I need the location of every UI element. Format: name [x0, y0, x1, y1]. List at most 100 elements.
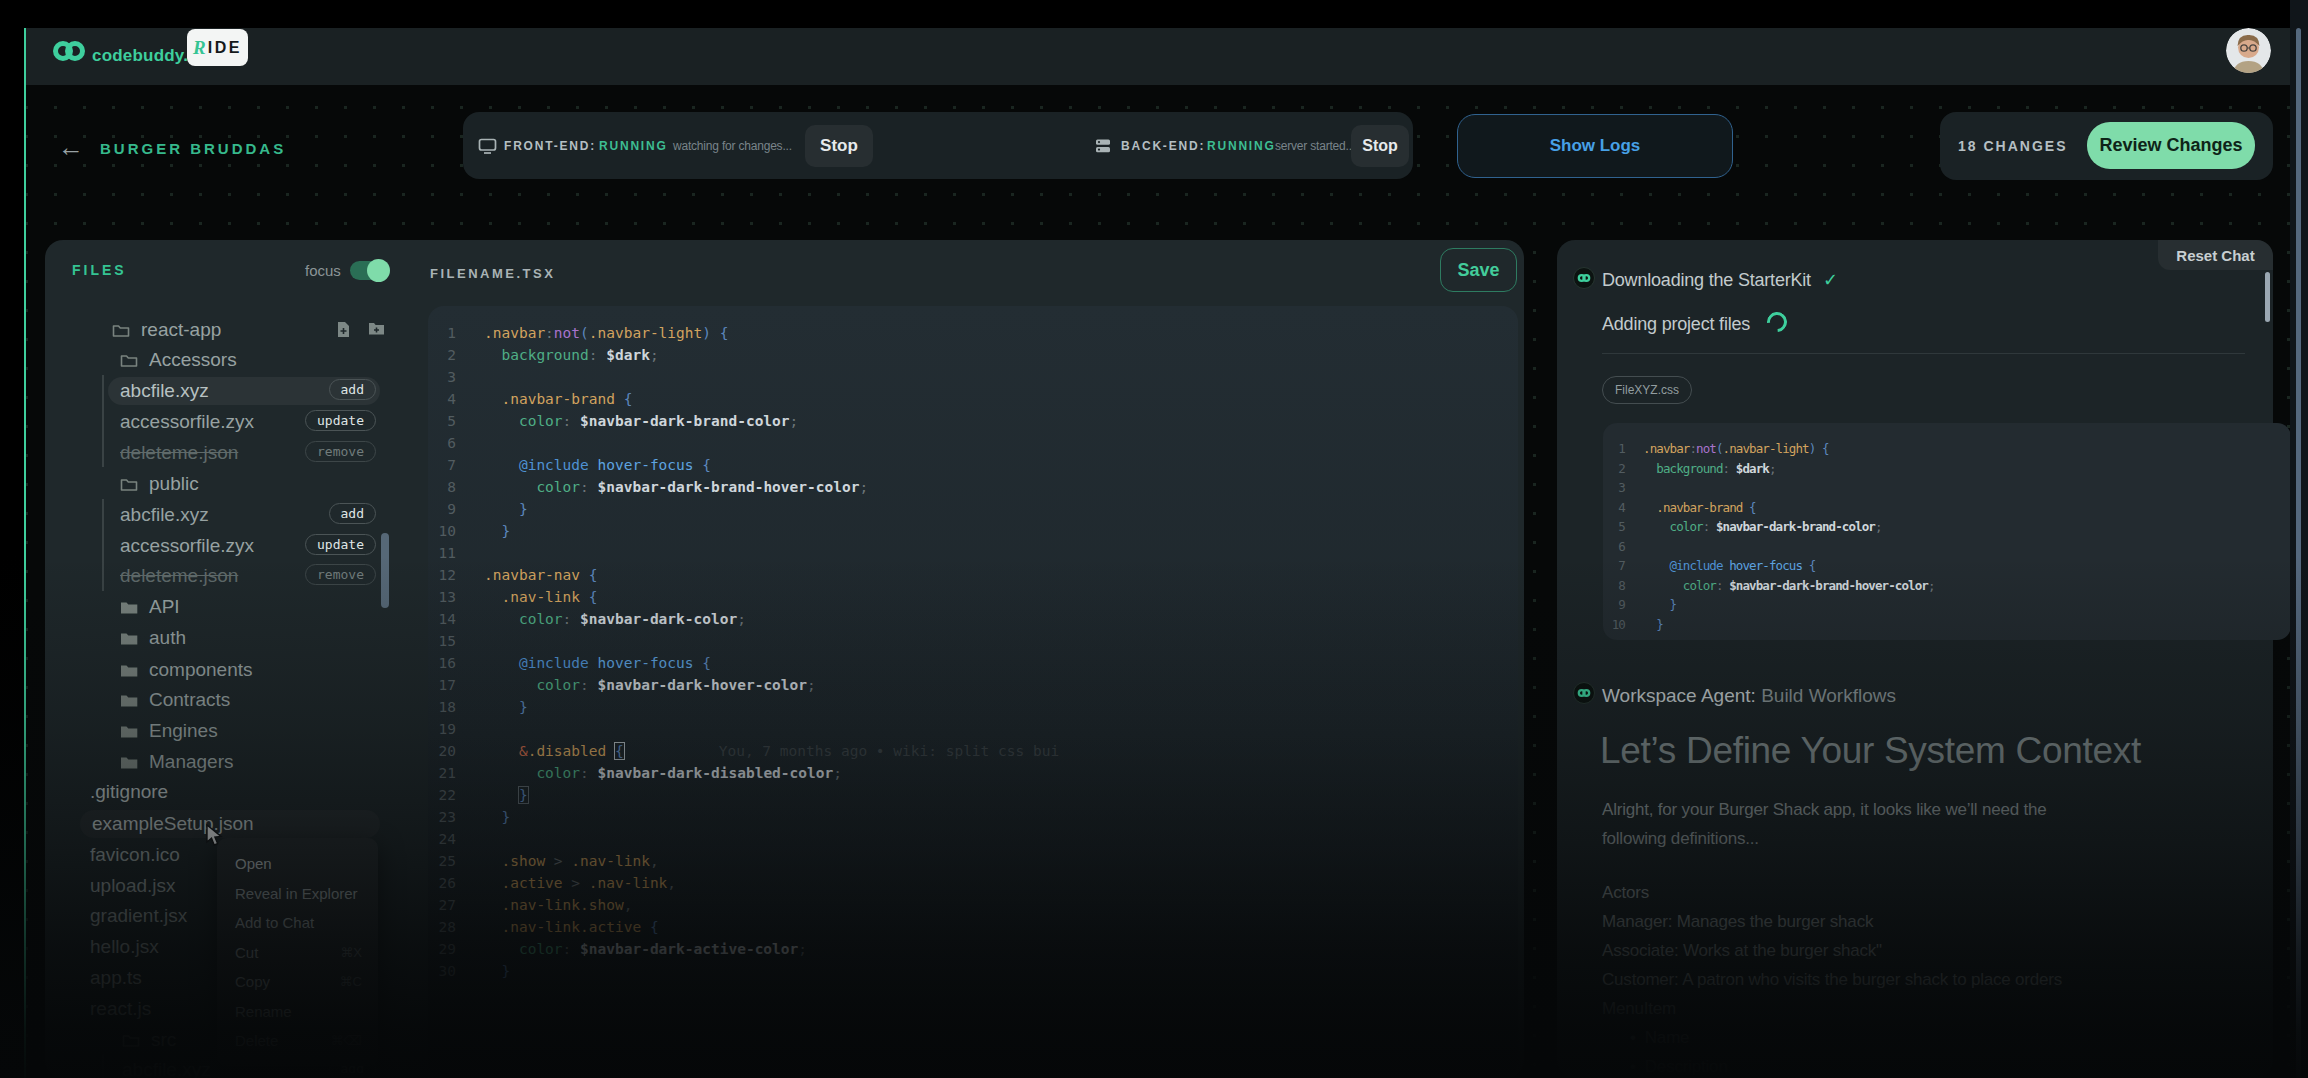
- chat-list-item: Associate: Works at the burger shack": [1602, 941, 1882, 961]
- file-tree-scrollbar-thumb[interactable]: [381, 533, 389, 608]
- line-number: 5: [1603, 517, 1625, 537]
- code-line: @include hover-focus {: [484, 454, 711, 476]
- tree-item-upload-jsx[interactable]: upload.jsx: [90, 872, 176, 900]
- code-line: color: $navbar-dark-hover-color;: [484, 674, 816, 696]
- new-file-icon[interactable]: [336, 321, 351, 342]
- tree-item-deleteme-json[interactable]: deleteme.json: [120, 562, 238, 590]
- tree-item-hello-jsx[interactable]: hello.jsx: [90, 933, 159, 961]
- chat-panel: Reset Chat Downloading the StarterKit✓ A…: [1557, 240, 2273, 1078]
- new-folder-icon[interactable]: [368, 321, 385, 342]
- menu-item-add-to-chat[interactable]: Add to Chat: [217, 908, 378, 938]
- tree-item-gradient-jsx[interactable]: gradient.jsx: [90, 902, 187, 930]
- top-bar: [26, 28, 2290, 85]
- chat-status-adding: Adding project files: [1602, 314, 1750, 335]
- tree-item-label: Accessors: [149, 349, 237, 371]
- tree-indent-guide: [102, 1054, 104, 1078]
- line-number: 2: [428, 344, 456, 366]
- tree-item-accessors[interactable]: Accessors: [120, 346, 237, 374]
- file-chip[interactable]: FileXYZ.css: [1602, 376, 1692, 404]
- code-line: .navbar-brand {: [484, 388, 632, 410]
- line-number: 16: [428, 652, 456, 674]
- tree-item-label: abcfile.xyz: [120, 380, 209, 402]
- tree-actions[interactable]: [336, 321, 385, 342]
- change-badge-remove: remove: [305, 564, 376, 585]
- code-line: &.disabled {You, 7 months ago • wiki: sp…: [484, 740, 1059, 762]
- chat-scrollbar-thumb[interactable]: [2265, 272, 2270, 322]
- tree-item-api[interactable]: API: [120, 593, 180, 621]
- code-editor[interactable]: 1.navbar:not(.navbar-light) {2 backgroun…: [428, 306, 1518, 1078]
- folder-open-icon: [112, 323, 131, 338]
- line-number: 21: [428, 762, 456, 784]
- code-line: @include hover-focus {: [1643, 556, 1815, 576]
- tree-item-abcfile-xyz[interactable]: abcfile.xyz: [120, 377, 209, 405]
- tree-item-abcfile-xyz[interactable]: abcfile.xyz: [122, 1056, 211, 1078]
- back-arrow-icon[interactable]: ←: [58, 132, 88, 162]
- chat-list-item: • Name: [1602, 1028, 1689, 1048]
- code-line: .nav-link {: [484, 586, 598, 608]
- tree-item-contracts[interactable]: Contracts: [120, 686, 230, 714]
- menu-item-open[interactable]: Open: [217, 849, 378, 879]
- menu-item-rename[interactable]: Rename: [217, 997, 378, 1027]
- tree-item-managers[interactable]: Managers: [120, 748, 234, 776]
- menu-item-reveal-in-explorer[interactable]: Reveal in Explorer: [217, 879, 378, 909]
- folder-fill-icon: [120, 663, 139, 678]
- menu-item-label: Reveal in Explorer: [235, 885, 358, 902]
- show-logs-button[interactable]: Show Logs: [1457, 114, 1733, 178]
- line-number: 4: [1603, 498, 1625, 518]
- tree-item-abcfile-xyz[interactable]: abcfile.xyz: [120, 501, 209, 529]
- tree-item-label: components: [149, 659, 253, 681]
- line-number: 28: [428, 916, 456, 938]
- chat-paragraph: Alright, for your Burger Shack app, it l…: [1602, 796, 2110, 853]
- line-number: 9: [428, 498, 456, 520]
- frontend-stop-button[interactable]: Stop: [805, 125, 873, 167]
- menu-item-label: Cut: [235, 944, 258, 961]
- code-line: }: [484, 784, 528, 806]
- tree-item-favicon-ico[interactable]: favicon.ico: [90, 841, 180, 869]
- tree-item-label: deleteme.json: [120, 442, 238, 464]
- agent-row: Workspace Agent: Build Workflows: [1602, 685, 1896, 707]
- line-number: 4: [428, 388, 456, 410]
- tree-item-label: public: [149, 473, 199, 495]
- tree-item-src[interactable]: src: [122, 1026, 176, 1054]
- line-number: 13: [428, 586, 456, 608]
- code-line: }: [484, 498, 528, 520]
- reset-chat-button[interactable]: Reset Chat: [2158, 240, 2273, 270]
- folder-fill-icon: [120, 693, 139, 708]
- tree-item-app-ts[interactable]: app.ts: [90, 964, 142, 992]
- code-line: color: $navbar-dark-brand-color;: [484, 410, 798, 432]
- tree-item-examplesetup-json[interactable]: exampleSetup.json: [92, 810, 254, 838]
- line-number: 26: [428, 872, 456, 894]
- user-avatar[interactable]: [2226, 28, 2271, 73]
- review-changes-button[interactable]: Review Changes: [2087, 122, 2255, 169]
- save-button[interactable]: Save: [1440, 248, 1517, 292]
- code-line: color: $navbar-dark-brand-hover-color;: [484, 476, 868, 498]
- menu-shortcut: ⌘⌫: [331, 1033, 362, 1048]
- tree-item--gitignore[interactable]: .gitignore: [90, 778, 168, 806]
- tree-item-components[interactable]: components: [120, 656, 253, 684]
- code-line: }: [484, 520, 510, 542]
- tree-item-auth[interactable]: auth: [120, 624, 186, 652]
- tree-item-react-app[interactable]: react-app: [112, 316, 221, 344]
- check-icon: ✓: [1823, 270, 1838, 290]
- backend-stop-button[interactable]: Stop: [1351, 125, 1409, 167]
- code-line: .navbar-nav {: [484, 564, 598, 586]
- tree-item-accessorfile-zyx[interactable]: accessorfile.zyx: [120, 408, 254, 436]
- browser-scrollbar[interactable]: [2290, 0, 2308, 1078]
- tree-item-accessorfile-zyx[interactable]: accessorfile.zyx: [120, 532, 254, 560]
- tree-item-deleteme-json[interactable]: deleteme.json: [120, 439, 238, 467]
- line-number: 30: [428, 960, 456, 982]
- code-line: .nav-link.show,: [484, 894, 632, 916]
- menu-item-delete[interactable]: Delete⌘⌫: [217, 1026, 378, 1056]
- tree-item-react-js[interactable]: react.js: [90, 995, 151, 1023]
- tree-item-public[interactable]: public: [120, 470, 199, 498]
- menu-item-cut[interactable]: Cut⌘X: [217, 938, 378, 968]
- tree-item-label: accessorfile.zyx: [120, 535, 254, 557]
- line-number: 20: [428, 740, 456, 762]
- tree-item-engines[interactable]: Engines: [120, 717, 218, 745]
- project-name: BURGER BRUDDAS: [100, 140, 286, 157]
- left-accent-line: [24, 28, 26, 1078]
- browser-scrollbar-thumb[interactable]: [2296, 28, 2301, 1078]
- menu-item-copy[interactable]: Copy⌘C: [217, 967, 378, 997]
- code-line: }: [484, 806, 510, 828]
- tree-item-label: accessorfile.zyx: [120, 411, 254, 433]
